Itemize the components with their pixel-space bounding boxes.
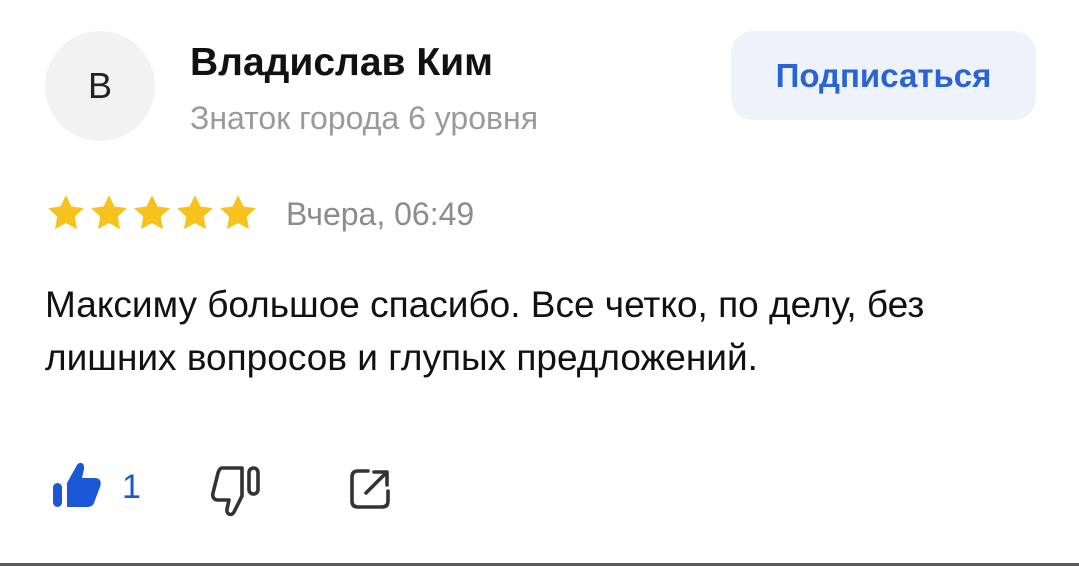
author-level: Знаток города 6 уровня (190, 100, 539, 136)
star-icon (131, 192, 173, 236)
avatar[interactable]: В (45, 31, 155, 141)
like-count: 1 (122, 468, 141, 506)
avatar-initial: В (87, 65, 112, 106)
review-text: Максиму большое спасибо. Все четко, по д… (45, 284, 925, 378)
rating-stars (45, 192, 259, 236)
star-icon (174, 192, 216, 236)
review-date: Вчера, 06:49 (286, 196, 475, 232)
subscribe-button[interactable]: Подписаться (731, 31, 1036, 120)
dislike-button[interactable] (210, 462, 266, 525)
share-icon (346, 469, 394, 517)
thumbs-down-icon (210, 466, 266, 524)
thumbs-up-icon (50, 460, 102, 515)
share-button[interactable] (346, 465, 394, 518)
like-button[interactable]: 1 (50, 462, 141, 512)
author-name[interactable]: Владислав Ким (190, 40, 493, 86)
star-icon (88, 192, 130, 236)
review-actions: 1 (50, 462, 450, 517)
star-icon (217, 192, 259, 236)
star-icon (45, 192, 87, 236)
